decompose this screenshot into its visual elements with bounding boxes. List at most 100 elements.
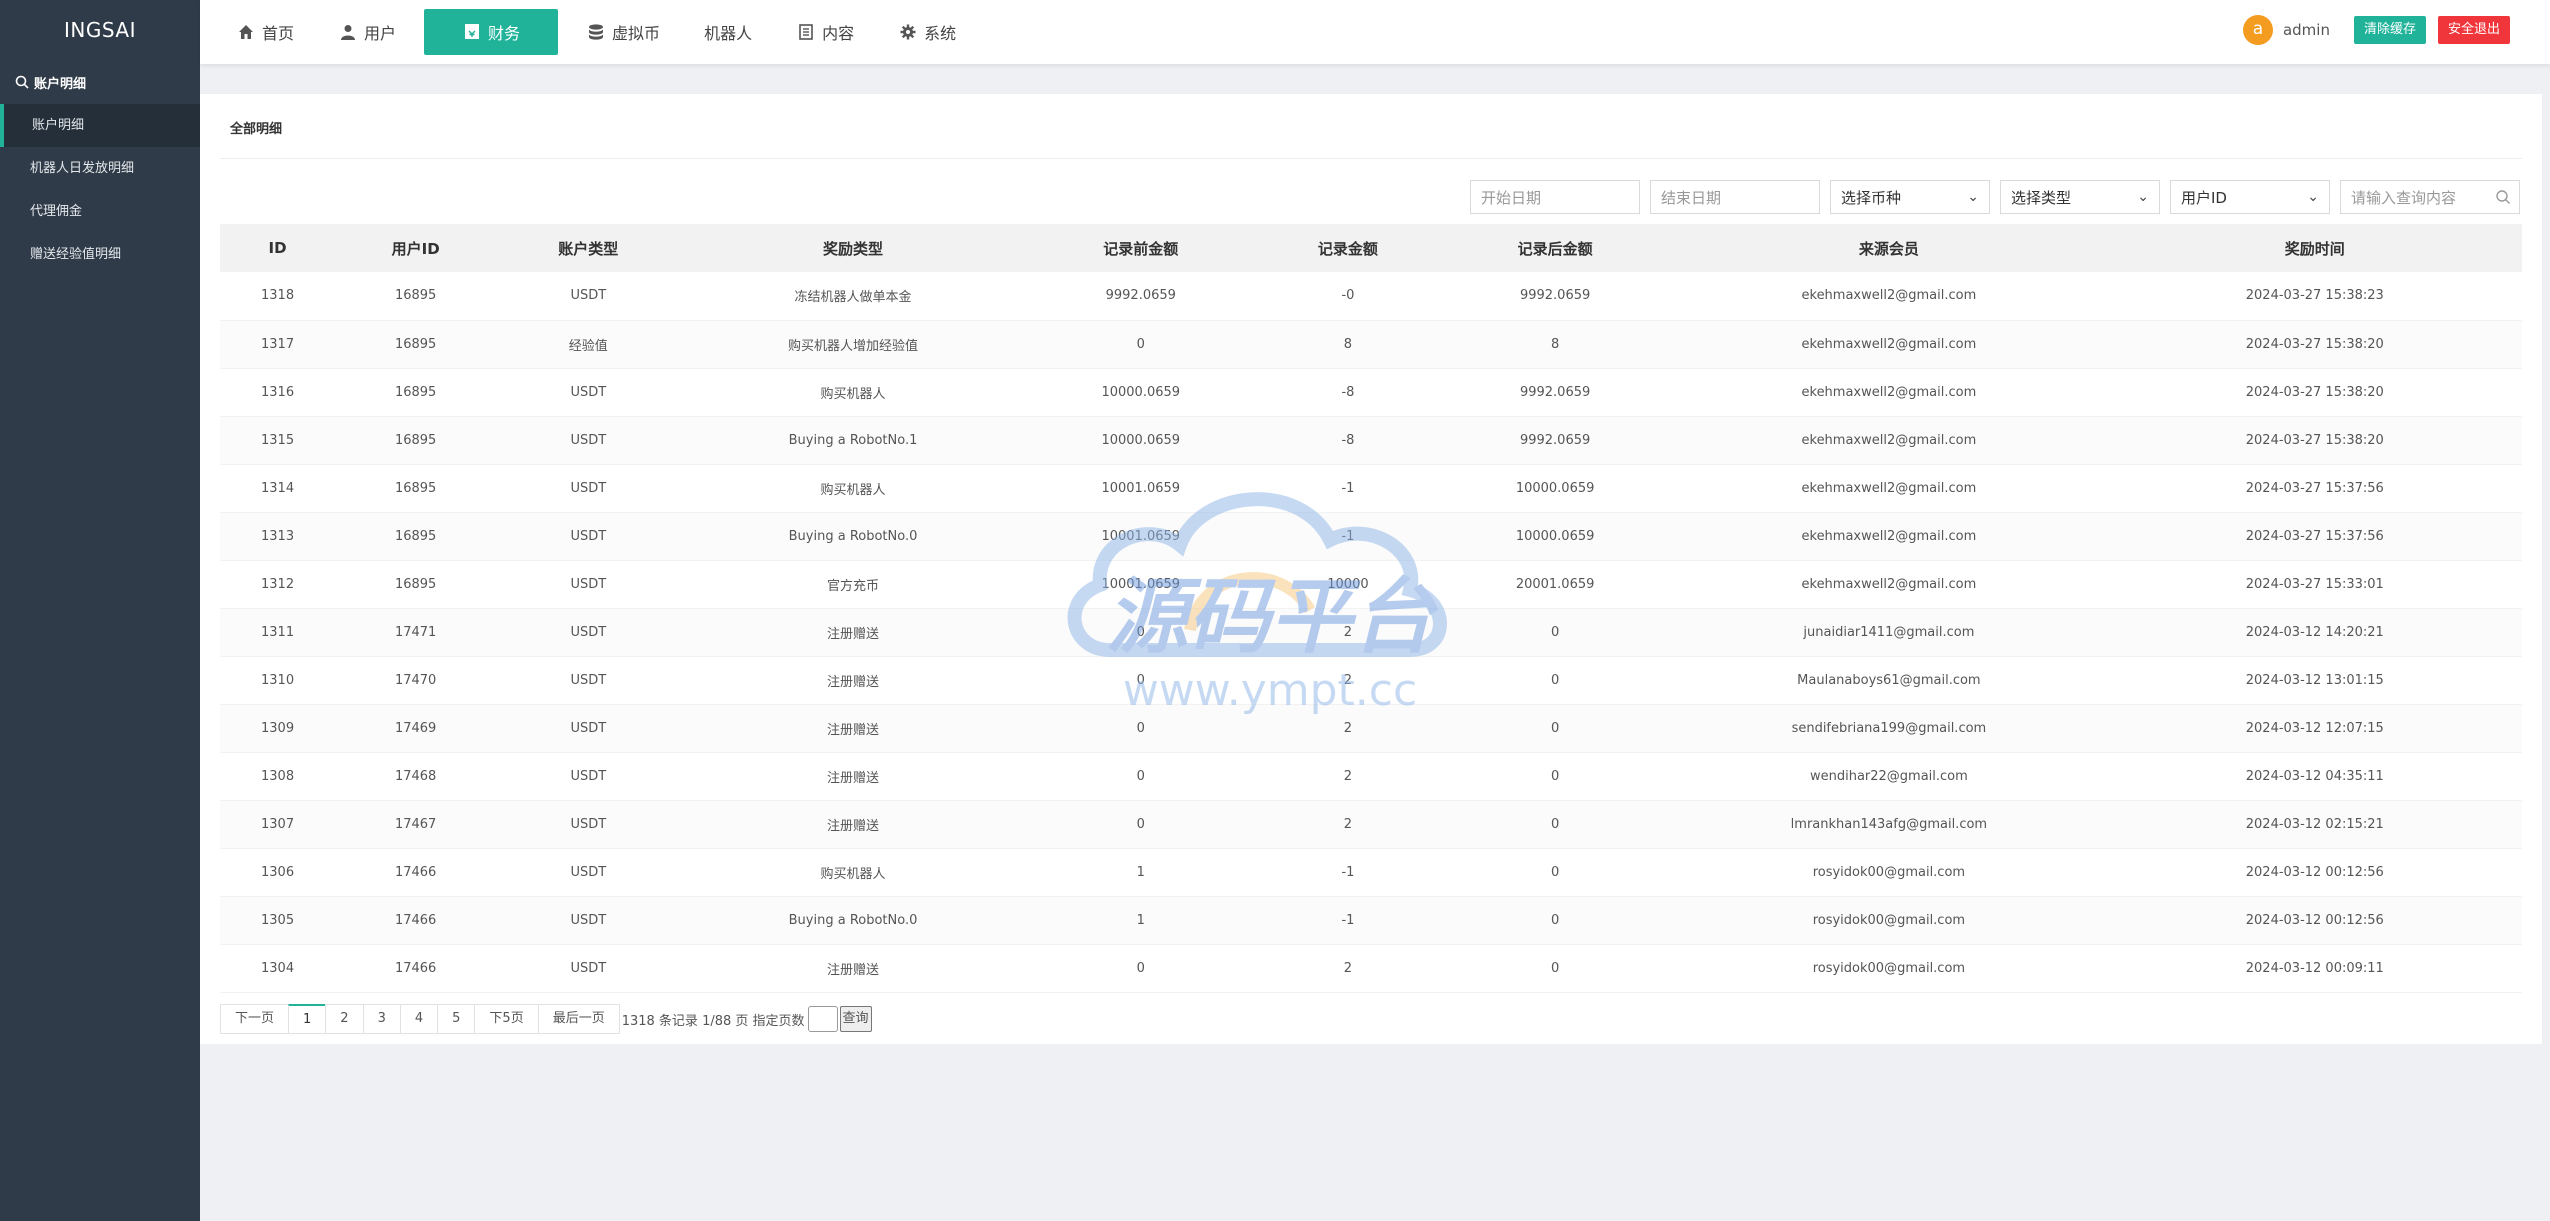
page-number-button[interactable]: 2 bbox=[325, 1004, 364, 1034]
table-cell: 17468 bbox=[394, 768, 437, 784]
table-cell: 1313 bbox=[261, 528, 295, 544]
table-cell: 0 bbox=[1136, 672, 1145, 688]
table-cell: sendifebriana199@gmail.com bbox=[1791, 720, 1987, 736]
table-cell: 16895 bbox=[394, 336, 437, 352]
sidebar-item[interactable]: 账户明细 bbox=[0, 104, 200, 147]
table-cell: 16895 bbox=[394, 384, 437, 400]
table-cell: 10001.0659 bbox=[1101, 576, 1181, 592]
table-cell: USDT bbox=[570, 288, 607, 304]
column-header: 账户类型 bbox=[558, 239, 619, 258]
table-cell: 1307 bbox=[261, 816, 295, 832]
table-cell: 1311 bbox=[261, 624, 295, 640]
nav-item[interactable]: 首页 bbox=[220, 9, 310, 55]
nav-item[interactable]: 机器人 bbox=[688, 9, 768, 55]
user-icon bbox=[338, 22, 358, 42]
table-cell: 17466 bbox=[394, 864, 437, 880]
main-nav: 首页 用户 财务 虚拟币 机器人 内容 系统 bbox=[200, 0, 984, 64]
page-number-button[interactable]: 1 bbox=[288, 1004, 327, 1034]
sidebar-item[interactable]: 代理佣金 bbox=[0, 190, 200, 233]
table-cell: 9992.0659 bbox=[1519, 384, 1591, 400]
table-cell: 17469 bbox=[394, 720, 437, 736]
column-header: 记录前金额 bbox=[1103, 239, 1179, 258]
column-header: ID bbox=[268, 239, 287, 257]
table-row: 1310 17470 USDT 注册赠送 0 2 0 Maulanaboys61@gmail.… bbox=[220, 656, 2522, 704]
nav-item[interactable]: 内容 bbox=[780, 9, 870, 55]
user-area: a admin 清除缓存 安全退出 bbox=[2242, 0, 2510, 60]
table-row: 1316 16895 USDT 购买机器人 10000.0659 -8 9992.0659 e… bbox=[220, 368, 2522, 416]
table-cell: Buying a RobotNo.0 bbox=[788, 912, 918, 928]
logout-button[interactable]: 安全退出 bbox=[2437, 16, 2510, 44]
avatar[interactable]: a bbox=[2242, 15, 2273, 45]
table-cell: USDT bbox=[570, 960, 607, 976]
nav-item[interactable]: 财务 bbox=[424, 9, 559, 55]
page-number-input[interactable] bbox=[807, 1006, 838, 1032]
sidebar-section-label: 账户明细 bbox=[34, 76, 87, 92]
table-cell: USDT bbox=[570, 672, 607, 688]
type-select[interactable]: 选择类型 ⌄ bbox=[2000, 180, 2160, 214]
table-cell: 2024-03-27 15:37:56 bbox=[2245, 528, 2384, 544]
table-cell: 0 bbox=[1550, 816, 1560, 832]
table-cell: USDT bbox=[570, 912, 607, 928]
table-cell: 17467 bbox=[394, 816, 437, 832]
table-row: 1314 16895 USDT 购买机器人 10001.0659 -1 10000.0659… bbox=[220, 464, 2522, 512]
table-cell: USDT bbox=[570, 384, 607, 400]
start-date-input[interactable]: 开始日期 bbox=[1470, 180, 1640, 214]
table-cell: 注册赠送 bbox=[827, 722, 880, 738]
admin-name[interactable]: admin bbox=[2283, 21, 2330, 39]
page-number-button[interactable]: 5 bbox=[437, 1004, 476, 1034]
table-cell: 2 bbox=[1343, 624, 1353, 640]
page-number-button[interactable]: 4 bbox=[399, 1004, 439, 1034]
table-cell: 2024-03-12 12:07:15 bbox=[2245, 720, 2384, 736]
sidebar-item[interactable]: 机器人日发放明细 bbox=[0, 147, 200, 190]
search-input[interactable]: 请输入查询内容 bbox=[2340, 180, 2520, 214]
table-cell: 1314 bbox=[261, 480, 295, 496]
table-row: 1305 17466 USDT Buying a RobotNo.0 1 -1 0 rosyi… bbox=[220, 896, 2522, 944]
field-select-label: 用户ID bbox=[2181, 188, 2227, 207]
search-icon bbox=[14, 74, 30, 90]
currency-select[interactable]: 选择币种 ⌄ bbox=[1830, 180, 1990, 214]
table-cell: 2024-03-12 14:20:21 bbox=[2245, 624, 2384, 640]
last-page-button[interactable]: 最后一页 bbox=[537, 1004, 620, 1034]
gear-icon bbox=[898, 22, 918, 42]
table-cell: ekehmaxwell2@gmail.com bbox=[1801, 576, 1977, 592]
table-cell: 2024-03-12 00:12:56 bbox=[2245, 912, 2384, 928]
table-row: 1304 17466 USDT 注册赠送 0 2 0 rosyidok00@gmail.com… bbox=[220, 944, 2522, 992]
table-cell: 0 bbox=[1136, 816, 1145, 832]
table-cell: 0 bbox=[1550, 960, 1560, 976]
clear-cache-button[interactable]: 清除缓存 bbox=[2353, 16, 2426, 44]
table-row: 1312 16895 USDT 官方充币 10001.0659 10000 20001.06… bbox=[220, 560, 2522, 608]
table-cell: 10000.0659 bbox=[1515, 528, 1595, 544]
nav-item-label: 内容 bbox=[822, 24, 855, 43]
nav-item[interactable]: 用户 bbox=[322, 9, 412, 55]
table-cell: 0 bbox=[1136, 624, 1145, 640]
search-icon[interactable] bbox=[2495, 189, 2511, 205]
table-cell: 1309 bbox=[261, 720, 295, 736]
nav-item[interactable]: 系统 bbox=[882, 9, 972, 55]
table-cell: 购买机器人 bbox=[820, 386, 886, 402]
table-cell: 注册赠送 bbox=[827, 818, 880, 834]
pagination-info: 1318 条记录 1/88 页 指定页数 bbox=[621, 1013, 805, 1029]
go-button[interactable]: 查询 bbox=[839, 1006, 872, 1032]
table-cell: 2024-03-27 15:38:23 bbox=[2245, 288, 2384, 304]
type-select-label: 选择类型 bbox=[2011, 188, 2072, 207]
nav-item[interactable]: 虚拟币 bbox=[570, 9, 676, 55]
table-row: 1317 16895 经验值 购买机器人增加经验值 0 8 8 ekehmaxwell2@gm… bbox=[220, 320, 2522, 368]
field-select[interactable]: 用户ID ⌄ bbox=[2170, 180, 2330, 214]
prev-page-button[interactable]: 下一页 bbox=[220, 1004, 290, 1034]
table-cell: 注册赠送 bbox=[827, 770, 880, 786]
document-icon bbox=[796, 22, 816, 42]
table-cell: -8 bbox=[1341, 384, 1355, 400]
table-cell: 2024-03-12 00:09:11 bbox=[2245, 960, 2384, 976]
table-cell: ekehmaxwell2@gmail.com bbox=[1801, 528, 1977, 544]
table-cell: 1 bbox=[1136, 864, 1145, 880]
next-5-pages-button[interactable]: 下5页 bbox=[474, 1004, 539, 1034]
pagination: 下一页 12345 下5页 最后一页 1318 条记录 1/88 页 指定页数 … bbox=[220, 1004, 872, 1034]
page-number-button[interactable]: 3 bbox=[362, 1004, 401, 1034]
table-cell: -1 bbox=[1341, 864, 1355, 880]
table-cell: USDT bbox=[570, 624, 607, 640]
sidebar: INGSAI 账户明细 账户明细 机器人日发放明细 代理佣金 赠送经验值明细 bbox=[0, 0, 200, 1221]
table-cell: 10001.0659 bbox=[1101, 528, 1181, 544]
sidebar-section-header[interactable]: 账户明细 bbox=[0, 60, 200, 104]
sidebar-item[interactable]: 赠送经验值明细 bbox=[0, 233, 200, 276]
end-date-input[interactable]: 结束日期 bbox=[1650, 180, 1820, 214]
